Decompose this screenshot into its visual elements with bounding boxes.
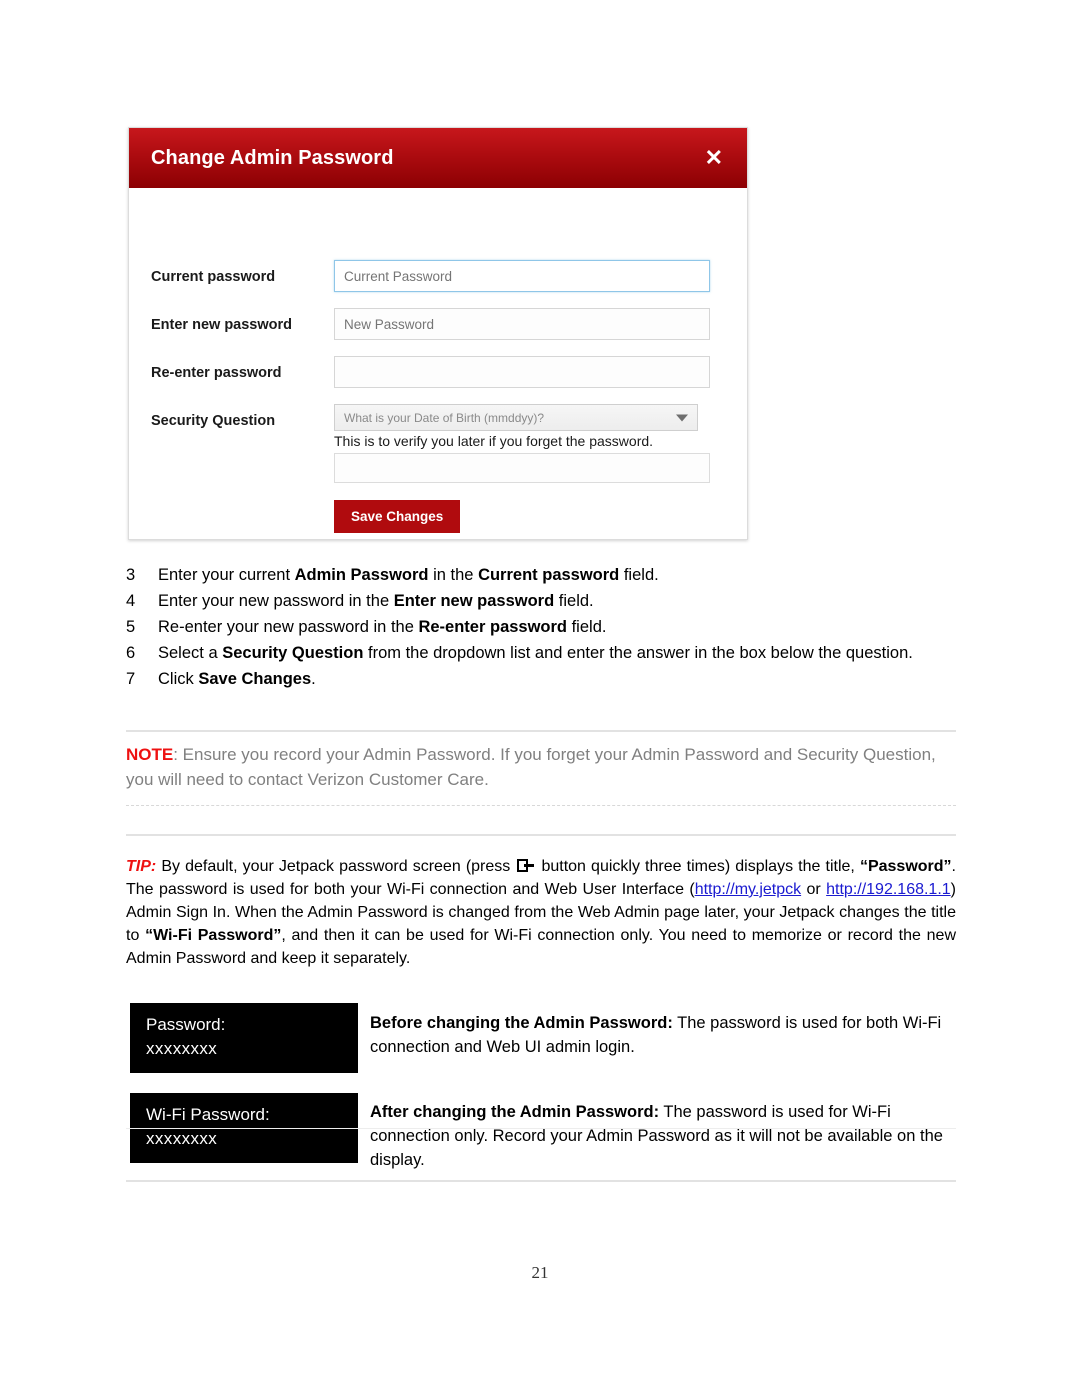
security-question-helper-text: This is to verify you later if you forge… (334, 433, 654, 449)
note-text: : Ensure you record your Admin Password.… (126, 745, 936, 789)
divider-below-note (126, 805, 956, 807)
security-question-field-col: What is your Date of Birth (mmddyy)? Thi… (334, 404, 747, 533)
display-desc-after: After changing the Admin Password: The p… (370, 1100, 950, 1172)
step-number: 4 (126, 592, 136, 610)
new-password-label: Enter new password (151, 317, 293, 333)
save-changes-button[interactable]: Save Changes (334, 499, 461, 533)
tip-quoted-password: “Password” (859, 858, 952, 875)
step-text: Click Save Changes. (158, 670, 316, 688)
link-router-ip[interactable]: http://192.168.1.1 (826, 881, 951, 898)
display-desc-after-bold: After changing the Admin Password: (370, 1103, 660, 1121)
current-password-field-col (334, 260, 747, 292)
list-item: 7 Click Save Changes. (126, 666, 956, 692)
reenter-password-input[interactable] (334, 356, 710, 388)
step-text: Select a Security Question from the drop… (158, 644, 913, 662)
list-item: 4 Enter your new password in the Enter n… (126, 588, 956, 614)
list-item: 6 Select a Security Question from the dr… (126, 640, 956, 666)
list-item: 5 Re-enter your new password in the Re-e… (126, 614, 956, 640)
step-number: 5 (126, 618, 136, 636)
display-box-label: Wi-Fi Password: (146, 1105, 270, 1124)
tip-callout: TIP: By default, your Jetpack password s… (126, 855, 956, 970)
tip-segment-2: button quickly three times) displays the… (536, 858, 860, 875)
display-box-label: Password: (146, 1015, 226, 1034)
display-box-value: xxxxxxxx (146, 1129, 218, 1148)
step-text: Re-enter your new password in the Re-ent… (158, 618, 607, 636)
instruction-steps-list: 3 Enter your current Admin Password in t… (126, 562, 956, 692)
tip-segment-4: or (801, 881, 827, 898)
security-question-selected-value: What is your Date of Birth (mmddyy)? (344, 410, 545, 425)
dialog-title: Change Admin Password (151, 146, 394, 169)
link-my-jetpck[interactable]: http://my.jetpck (695, 881, 801, 898)
reenter-password-label: Re-enter password (151, 365, 282, 381)
divider-above-tip (126, 834, 956, 836)
list-item: 3 Enter your current Admin Password in t… (126, 562, 956, 588)
divider-mid-boxes (126, 1128, 956, 1129)
tip-segment-1: By default, your Jetpack password screen… (156, 858, 516, 875)
divider-bottom (126, 1180, 956, 1182)
current-password-label: Current password (151, 269, 276, 285)
new-password-field-col (334, 308, 747, 340)
security-question-select[interactable]: What is your Date of Birth (mmddyy)? (334, 404, 698, 431)
display-desc-before-bold: Before changing the Admin Password: (370, 1014, 673, 1032)
note-callout: NOTE: Ensure you record your Admin Passw… (126, 742, 956, 792)
step-text: Enter your new password in the Enter new… (158, 592, 594, 610)
step-number: 7 (126, 670, 136, 688)
change-admin-password-dialog: Change Admin Password ✕ Current password… (128, 127, 748, 540)
current-password-input[interactable] (334, 260, 710, 292)
display-box-password: Password: xxxxxxxx (130, 1003, 358, 1073)
tip-keyword: TIP: (126, 858, 157, 875)
page-number: 21 (531, 1263, 549, 1282)
note-keyword: NOTE (126, 745, 174, 764)
chevron-down-icon (676, 414, 688, 421)
form-row-new-password: Enter new password (129, 308, 747, 340)
dialog-body: Current password Enter new password Re-e… (129, 188, 747, 539)
form-row-security-question: Security Question What is your Date of B… (129, 404, 747, 533)
display-desc-before: Before changing the Admin Password: The … (370, 1011, 950, 1059)
reenter-password-field-col (334, 356, 747, 388)
step-number: 3 (126, 566, 136, 584)
divider-above-note (126, 730, 956, 732)
new-password-input[interactable] (334, 308, 710, 340)
form-row-reenter-password: Re-enter password (129, 356, 747, 388)
display-box-value: xxxxxxxx (146, 1039, 218, 1058)
security-question-label: Security Question (151, 413, 276, 429)
jetpack-menu-button-icon (517, 859, 535, 872)
close-x-icon[interactable]: ✕ (701, 145, 727, 171)
step-text: Enter your current Admin Password in the… (158, 566, 659, 584)
form-row-current-password: Current password (129, 260, 747, 292)
step-number: 6 (126, 644, 136, 662)
security-answer-input[interactable] (334, 452, 710, 483)
dialog-header: Change Admin Password ✕ (129, 128, 747, 188)
tip-quoted-wifi-password: “Wi-Fi Password” (145, 927, 282, 944)
